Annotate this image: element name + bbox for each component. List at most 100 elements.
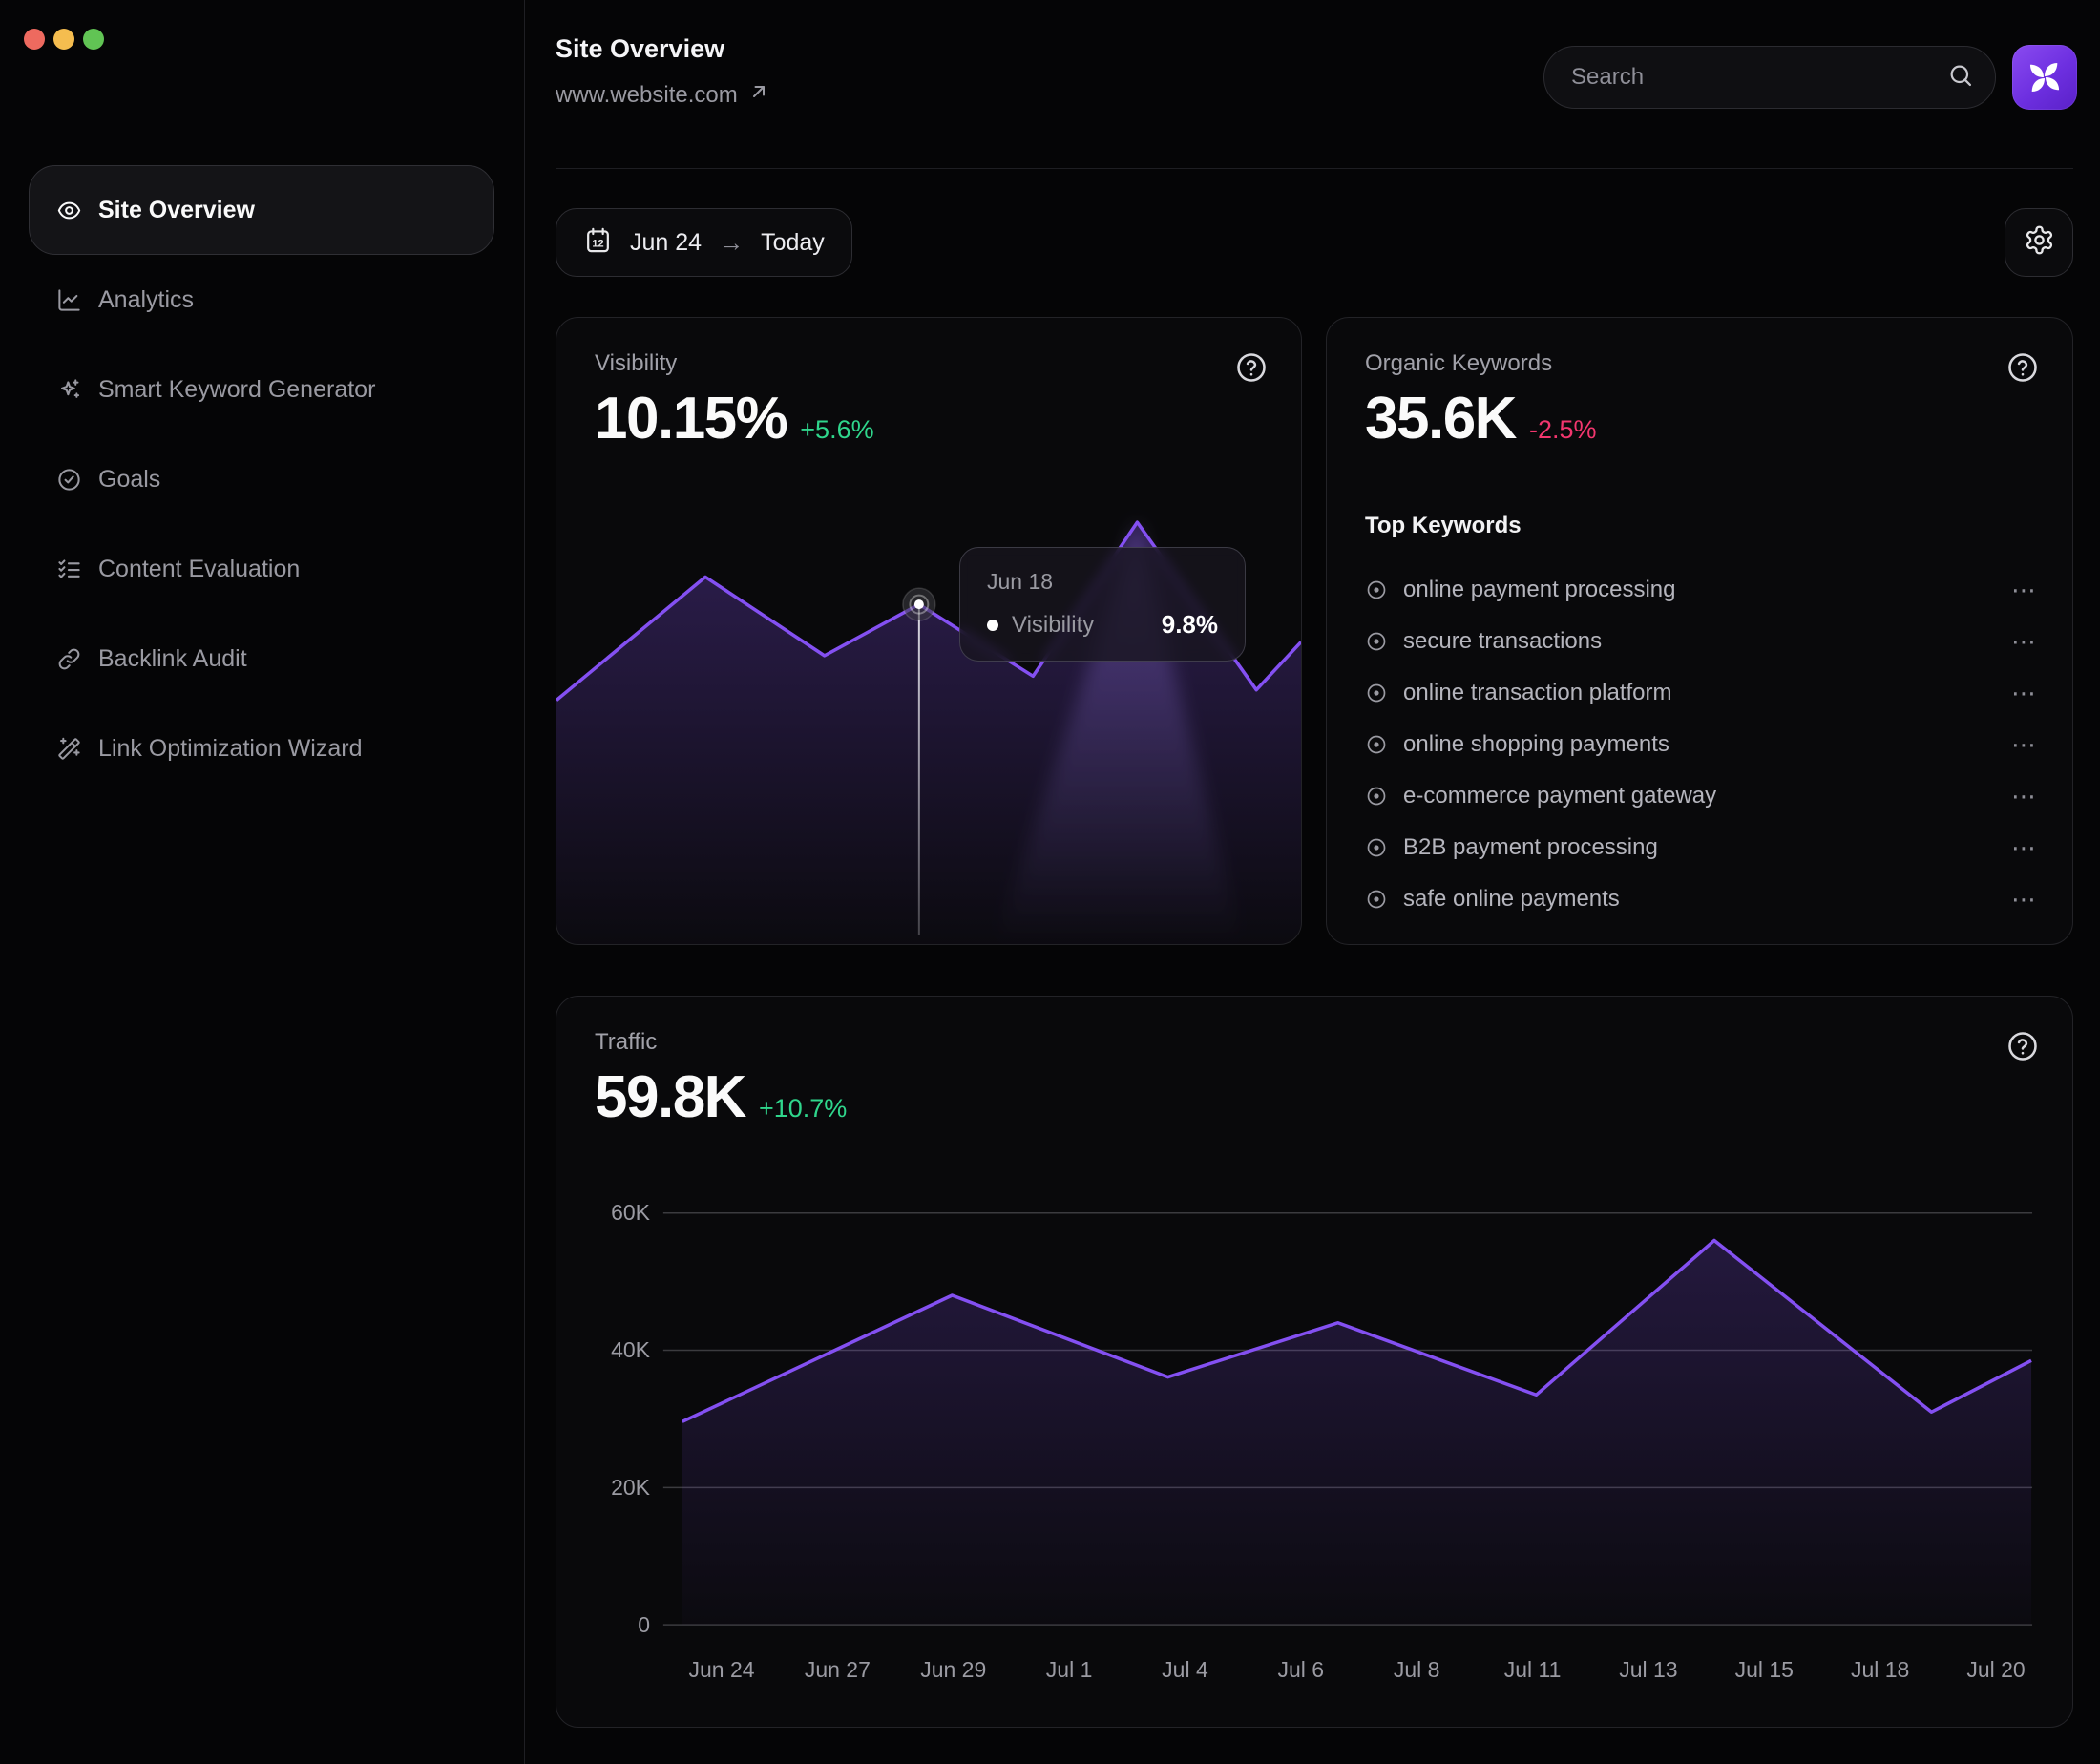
visibility-card-title: Visibility xyxy=(595,350,677,377)
sidebar-item-label: Backlink Audit xyxy=(98,645,247,673)
settings-button[interactable] xyxy=(2005,208,2073,277)
keyword-row[interactable]: online payment processing ⋯ xyxy=(1365,564,2038,616)
keyword-label: e-commerce payment gateway xyxy=(1403,783,1716,809)
keyword-more-button[interactable]: ⋯ xyxy=(2011,885,2038,914)
circle-dot-icon xyxy=(1365,733,1388,756)
window-close-button[interactable] xyxy=(24,29,45,50)
help-icon[interactable] xyxy=(2006,350,2040,385)
tooltip-value: 9.8% xyxy=(1162,610,1218,640)
keyword-label: B2B payment processing xyxy=(1403,834,1658,861)
keyword-row[interactable]: secure transactions ⋯ xyxy=(1365,616,2038,667)
sidebar-item-link-optimization-wizard[interactable]: Link Optimization Wizard xyxy=(29,704,494,793)
sidebar-item-smart-keyword-generator[interactable]: Smart Keyword Generator xyxy=(29,345,494,434)
sidebar-item-label: Site Overview xyxy=(98,197,255,224)
help-icon[interactable] xyxy=(2006,1029,2040,1063)
pinwheel-logo-icon xyxy=(2025,57,2065,97)
search-icon xyxy=(1947,62,1995,94)
search-input[interactable] xyxy=(1544,64,1947,91)
x-axis-tick: Jul 20 xyxy=(1966,1657,2025,1683)
chart-tooltip: Jun 18 Visibility 9.8% xyxy=(959,547,1246,662)
keyword-more-button[interactable]: ⋯ xyxy=(2011,782,2038,811)
help-icon[interactable] xyxy=(1234,350,1269,385)
external-link-icon xyxy=(747,80,770,110)
visibility-value: 10.15% xyxy=(595,385,787,452)
window-zoom-button[interactable] xyxy=(83,29,104,50)
calendar-icon: 12 xyxy=(583,225,613,255)
keyword-label: secure transactions xyxy=(1403,628,1602,655)
traffic-card: Traffic 59.8K +10.7% 020K40K60KJun 24Jun… xyxy=(556,996,2073,1728)
x-axis-tick: Jun 27 xyxy=(805,1657,871,1683)
window-minimize-button[interactable] xyxy=(53,29,74,50)
organic-keywords-card-title: Organic Keywords xyxy=(1365,350,1552,377)
keyword-row[interactable]: safe online payments⋯ xyxy=(1365,873,2038,925)
keyword-label: online payment processing xyxy=(1403,577,1676,603)
organic-keywords-value: 35.6K xyxy=(1365,385,1516,452)
visibility-card: Visibility 10.15% +5.6% Jun 18 Visibilit… xyxy=(556,317,1302,945)
x-axis-tick: Jul 11 xyxy=(1504,1657,1562,1683)
y-axis-tick: 60K xyxy=(576,1200,650,1226)
gear-icon xyxy=(2024,224,2055,261)
sidebar-item-analytics[interactable]: Analytics xyxy=(29,255,494,345)
page-title: Site Overview xyxy=(556,34,724,64)
gear-icon xyxy=(2024,224,2055,256)
wand-sparkles-icon xyxy=(56,736,82,762)
hover-marker xyxy=(903,588,935,620)
link-icon xyxy=(56,646,82,672)
sidebar-item-site-overview[interactable]: Site Overview xyxy=(29,165,494,255)
chart-line-icon xyxy=(56,287,82,313)
date-range-picker[interactable]: 12 Jun 24 → Today xyxy=(556,208,852,277)
date-end: Today xyxy=(761,229,825,257)
keyword-more-button[interactable]: ⋯ xyxy=(2011,730,2038,760)
sidebar-item-goals[interactable]: Goals xyxy=(29,434,494,524)
sidebar-item-backlink-audit[interactable]: Backlink Audit xyxy=(29,614,494,704)
svg-text:12: 12 xyxy=(592,239,603,250)
tooltip-series-label: Visibility xyxy=(1012,612,1094,639)
header-divider xyxy=(556,168,2073,169)
sidebar-item-label: Goals xyxy=(98,466,160,494)
keyword-row[interactable]: online shopping payments ⋯ xyxy=(1365,719,2038,770)
x-axis-tick: Jul 8 xyxy=(1394,1657,1440,1683)
x-axis-tick: Jun 24 xyxy=(688,1657,754,1683)
sidebar: Site Overview Analytics Smart Keyword Gene… xyxy=(0,0,524,1764)
x-axis-tick: Jul 1 xyxy=(1046,1657,1093,1683)
visibility-delta: +5.6% xyxy=(800,415,873,445)
circle-dot-icon xyxy=(1365,888,1388,911)
list-checks-icon xyxy=(56,556,82,582)
sparkles-icon xyxy=(56,377,82,403)
sidebar-item-label: Link Optimization Wizard xyxy=(98,735,362,763)
sidebar-item-label: Smart Keyword Generator xyxy=(98,376,375,404)
circle-dot-icon xyxy=(1365,785,1388,808)
y-axis-tick: 0 xyxy=(576,1612,650,1638)
tooltip-series-dot xyxy=(987,620,998,631)
search-box xyxy=(1544,46,1996,109)
circle-dot-icon xyxy=(1365,682,1388,704)
keyword-row[interactable]: e-commerce payment gateway ⋯ xyxy=(1365,770,2038,822)
x-axis-tick: Jul 4 xyxy=(1162,1657,1208,1683)
arrow-up-right-icon xyxy=(747,80,770,103)
domain-link[interactable]: www.website.com xyxy=(556,80,770,110)
eye-icon xyxy=(56,198,82,223)
sidebar-item-content-evaluation[interactable]: Content Evaluation xyxy=(29,524,494,614)
help-icon xyxy=(2006,350,2040,385)
keyword-more-button[interactable]: ⋯ xyxy=(2011,627,2038,657)
date-arrow: → xyxy=(719,228,744,258)
y-axis-tick: 40K xyxy=(576,1337,650,1363)
keyword-row[interactable]: online transaction platform ⋯ xyxy=(1365,667,2038,719)
x-axis-tick: Jun 29 xyxy=(920,1657,986,1683)
keyword-row[interactable]: B2B payment processing ⋯ xyxy=(1365,822,2038,873)
circle-dot-icon xyxy=(1365,630,1388,653)
domain-text: www.website.com xyxy=(556,82,738,109)
keyword-label: online shopping payments xyxy=(1403,731,1670,758)
top-keywords-header: Top Keywords xyxy=(1365,513,1522,539)
x-axis-tick: Jul 18 xyxy=(1851,1657,1909,1683)
app-logo-button[interactable] xyxy=(2012,45,2077,110)
goal-icon xyxy=(56,467,82,493)
tooltip-date: Jun 18 xyxy=(987,569,1218,595)
keyword-more-button[interactable]: ⋯ xyxy=(2011,679,2038,708)
date-start: Jun 24 xyxy=(630,229,702,257)
x-axis-tick: Jul 6 xyxy=(1278,1657,1325,1683)
keyword-label: online transaction platform xyxy=(1403,680,1671,706)
sidebar-item-label: Content Evaluation xyxy=(98,556,300,583)
keyword-more-button[interactable]: ⋯ xyxy=(2011,576,2038,605)
keyword-more-button[interactable]: ⋯ xyxy=(2011,833,2038,863)
